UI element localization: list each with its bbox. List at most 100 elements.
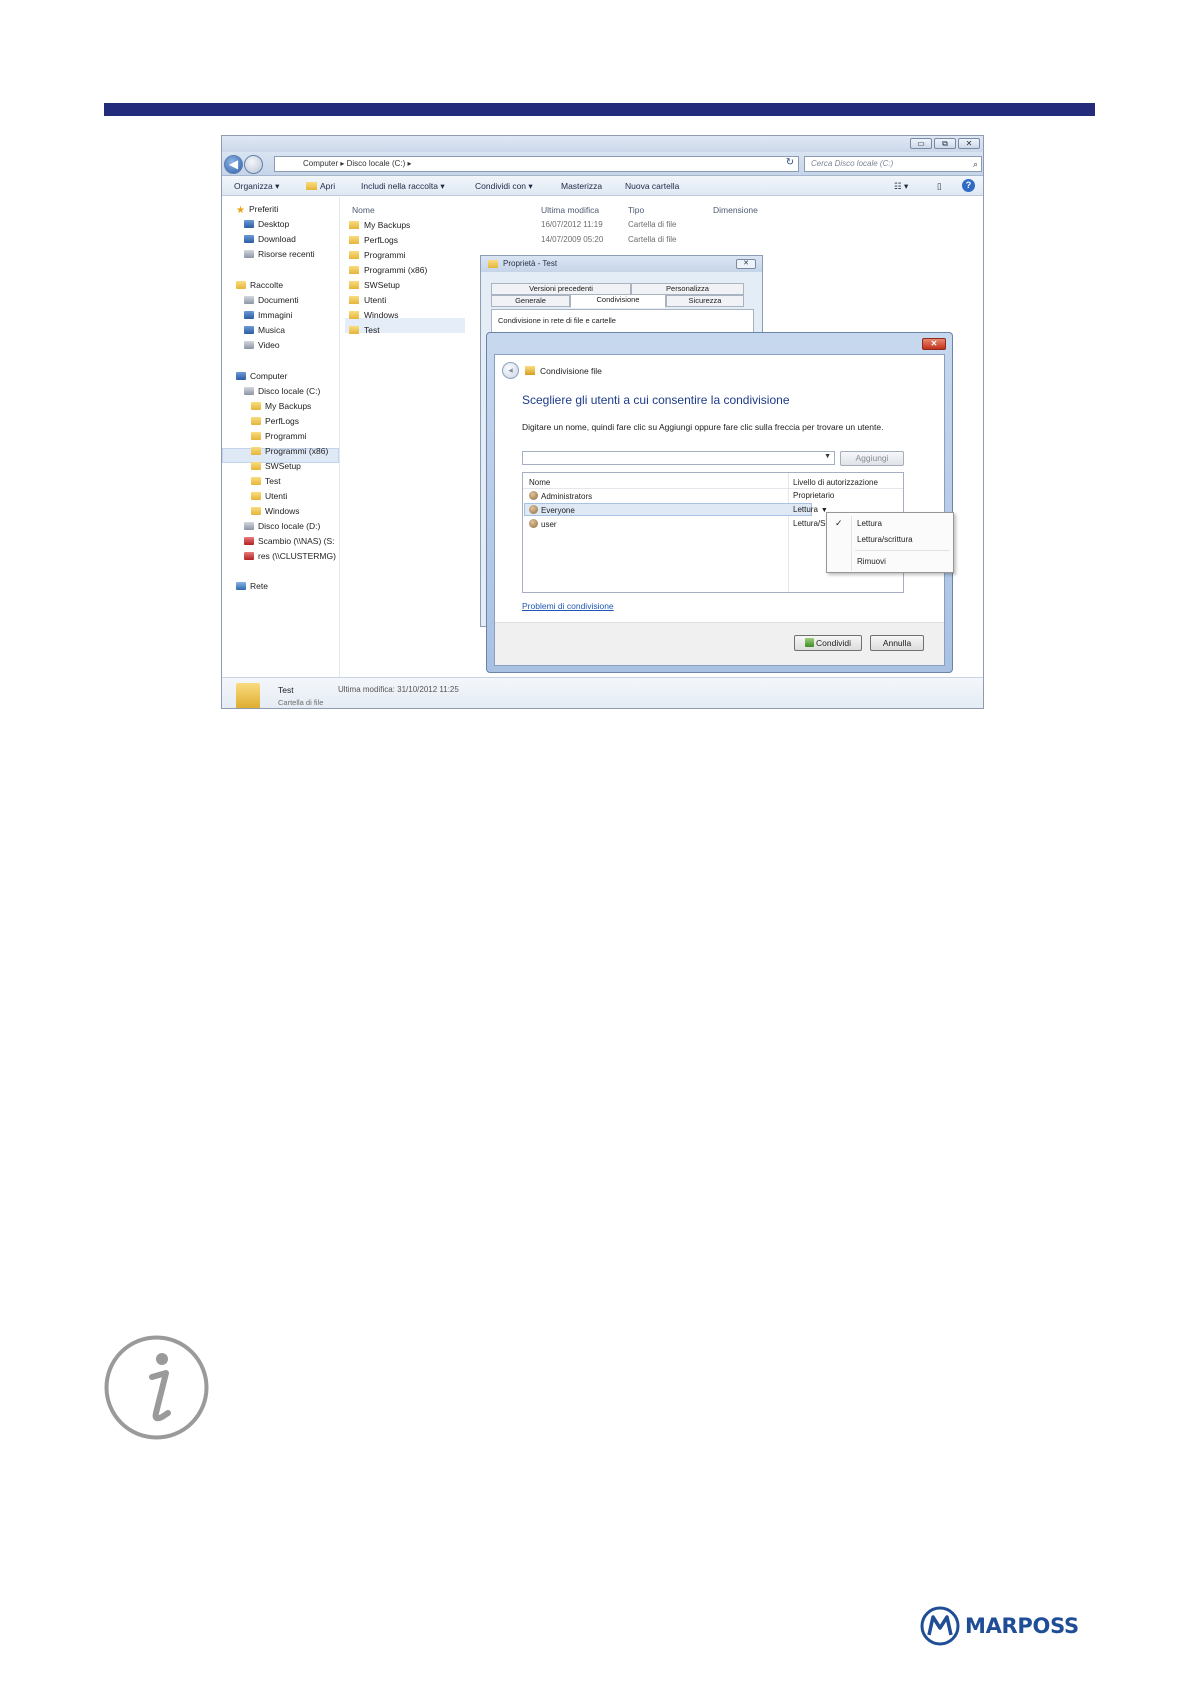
row-name: user (541, 520, 557, 529)
dialog-description: Digitare un nome, quindi fare clic su Ag… (522, 422, 884, 432)
nav-network[interactable]: Rete (236, 581, 268, 591)
nav-drive-d[interactable]: Disco locale (D:) (244, 521, 320, 531)
share-label: Condividi (816, 638, 851, 648)
burn-button[interactable]: Masterizza (561, 181, 602, 191)
search-input[interactable]: Cerca Disco locale (C:) ⌕ (804, 156, 982, 172)
nav-documents[interactable]: Documenti (244, 295, 299, 305)
folder-icon (349, 296, 359, 304)
user-name-combo[interactable]: ▼ (522, 451, 835, 465)
nav-music[interactable]: Musica (244, 325, 285, 335)
column-name: Nome (529, 478, 551, 487)
nav-download[interactable]: Download (244, 234, 296, 244)
logo-wordmark: MARPOSS (965, 1614, 1079, 1638)
nav-folder-programmi[interactable]: Programmi (251, 431, 307, 441)
video-icon (244, 341, 254, 349)
cancel-button[interactable]: Annulla (870, 635, 924, 651)
menu-item-remove[interactable]: Rimuovi (857, 557, 886, 566)
file-modified: 14/07/2009 05:20 (541, 235, 604, 244)
group-icon (529, 491, 538, 500)
drive-icon (244, 387, 254, 395)
search-icon[interactable]: ⌕ (973, 157, 978, 171)
tab-sharing[interactable]: Condivisione (570, 294, 666, 308)
breadcrumb-drive-c[interactable]: Disco locale (C:) (347, 159, 406, 168)
nav-drive-c[interactable]: Disco locale (C:) (244, 386, 320, 396)
view-options-icon[interactable]: ☷ ▾ (894, 181, 908, 192)
breadcrumb[interactable]: Computer ▸ Disco locale (C:) ▸ (274, 156, 799, 172)
nav-desktop[interactable]: Desktop (244, 219, 289, 229)
file-row[interactable]: Windows (349, 310, 398, 320)
column-modified[interactable]: Ultima modifica (541, 205, 599, 215)
file-name: Programmi (x86) (364, 265, 428, 275)
folder-icon (488, 260, 498, 268)
organize-button[interactable]: Organizza ▾ (234, 181, 279, 192)
nav-computer[interactable]: Computer (236, 371, 287, 381)
file-row[interactable]: Programmi (349, 250, 406, 260)
permission-level-dropdown[interactable]: Lettura ▼ (793, 505, 828, 514)
close-button[interactable]: ✕ (736, 259, 756, 269)
breadcrumb-separator-icon: ▸ (407, 159, 412, 168)
nav-libraries[interactable]: Raccolte (236, 280, 283, 290)
nav-folder-programmi-x86[interactable]: Programmi (x86) (251, 446, 328, 456)
file-row[interactable]: SWSetup (349, 280, 400, 290)
restore-button[interactable]: ⧉ (934, 138, 956, 149)
open-button[interactable]: Apri (306, 181, 335, 191)
nav-recent[interactable]: Risorse recenti (244, 249, 315, 259)
new-folder-button[interactable]: Nuova cartella (625, 181, 679, 191)
column-name[interactable]: Nome (352, 205, 375, 215)
back-button[interactable]: ◂ (502, 362, 519, 379)
forward-button[interactable] (244, 155, 263, 174)
file-name: SWSetup (364, 280, 400, 290)
nav-video[interactable]: Video (244, 340, 280, 350)
nav-pictures[interactable]: Immagini (244, 310, 292, 320)
share-button[interactable]: Condividi (794, 635, 862, 651)
file-row[interactable]: Programmi (x86) (349, 265, 427, 275)
close-button[interactable]: ✕ (922, 338, 946, 350)
nav-folder-swsetup[interactable]: SWSetup (251, 461, 301, 471)
file-row[interactable]: My Backups (349, 220, 410, 230)
table-row-selected[interactable]: Everyone (529, 505, 575, 515)
add-button[interactable]: Aggiungi (840, 451, 904, 466)
file-row-selected[interactable]: Test (349, 325, 380, 335)
table-row[interactable]: Administrators (529, 491, 592, 501)
column-type[interactable]: Tipo (628, 205, 644, 215)
pictures-icon (244, 311, 254, 319)
nav-folder-utenti[interactable]: Utenti (251, 491, 287, 501)
refresh-icon[interactable]: ↻ (782, 156, 798, 172)
info-icon (104, 1335, 209, 1440)
nav-network-drive-cluster[interactable]: res (\\CLUSTERMG) (244, 551, 336, 561)
close-button[interactable]: ✕ (958, 138, 980, 149)
nav-label: PerfLogs (265, 416, 300, 426)
disconnected-drive-icon (244, 552, 254, 560)
file-row[interactable]: Utenti (349, 295, 386, 305)
checkmark-icon: ✓ (835, 518, 843, 528)
chevron-down-icon[interactable]: ▼ (824, 453, 831, 460)
nav-label: Disco locale (D:) (258, 521, 321, 531)
libraries-icon (236, 281, 246, 289)
star-icon: ★ (236, 205, 245, 216)
file-row[interactable]: PerfLogs (349, 235, 398, 245)
back-button[interactable]: ◀ (224, 155, 243, 174)
minimize-button[interactable]: ▭ (910, 138, 932, 149)
nav-folder-perflogs[interactable]: PerfLogs (251, 416, 299, 426)
include-library-button[interactable]: Includi nella raccolta ▾ (361, 181, 445, 192)
nav-label: Utenti (265, 491, 288, 501)
properties-titlebar: Proprietà - Test ✕ (481, 256, 762, 272)
help-icon[interactable]: ? (962, 179, 975, 192)
nav-favorites[interactable]: ★ Preferiti (236, 204, 278, 216)
menu-item-read-write[interactable]: Lettura/scrittura (857, 535, 913, 544)
nav-label: Scambio (\\NAS) (S: (258, 536, 335, 546)
nav-network-drive-nas[interactable]: Scambio (\\NAS) (S: (244, 536, 335, 546)
nav-folder-windows[interactable]: Windows (251, 506, 299, 516)
column-size[interactable]: Dimensione (713, 205, 758, 215)
tab-security[interactable]: Sicurezza (666, 295, 744, 307)
share-with-button[interactable]: Condividi con ▾ (475, 181, 533, 192)
tab-general[interactable]: Generale (491, 295, 570, 307)
menu-item-read[interactable]: Lettura (857, 519, 882, 528)
nav-folder-test[interactable]: Test (251, 476, 281, 486)
folder-icon (251, 417, 261, 425)
nav-folder-my-backups[interactable]: My Backups (251, 401, 311, 411)
preview-pane-icon[interactable]: ▯ (937, 181, 942, 192)
sharing-problems-link[interactable]: Problemi di condivisione (522, 601, 614, 611)
table-row[interactable]: user (529, 519, 557, 529)
breadcrumb-computer[interactable]: Computer (303, 159, 338, 168)
